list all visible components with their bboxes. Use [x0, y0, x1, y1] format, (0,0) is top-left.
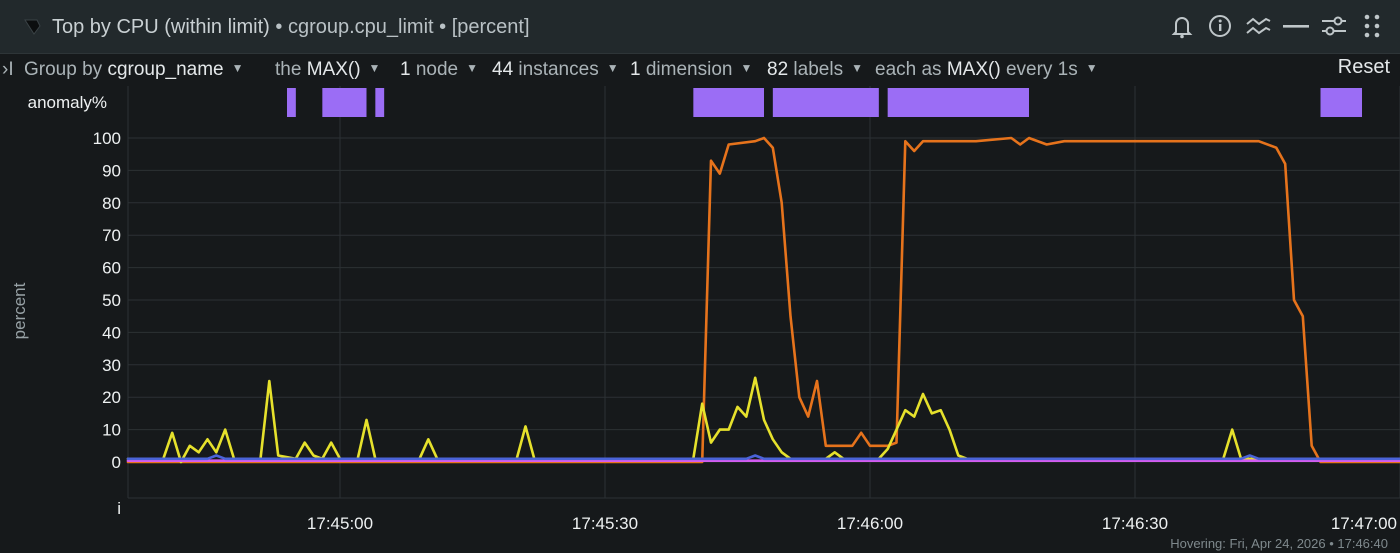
chart-grid: [127, 86, 1400, 499]
y-tick-label: 100: [93, 129, 121, 148]
chevron-down-icon: ▼: [851, 61, 863, 75]
the-label: the: [275, 59, 302, 80]
anomaly-bar: [693, 88, 764, 117]
chevron-down-icon: ▼: [231, 61, 244, 75]
group-by-value: cgroup_name: [107, 59, 224, 80]
time-aggregation-dropdown[interactable]: each as MAX() every 1s ▼: [875, 59, 1098, 81]
anomaly-ribbon: [287, 88, 1362, 117]
header-actions: [1168, 12, 1386, 40]
nodes-dropdown[interactable]: 1 node ▼: [400, 59, 478, 81]
instances-count: 44: [492, 59, 514, 80]
dimensions-dropdown[interactable]: 1 dimension ▼: [630, 59, 752, 81]
expand-toggle[interactable]: ›I: [2, 59, 14, 81]
aggregation-dropdown[interactable]: the MAX() ▼: [275, 59, 380, 81]
chart-title: Top by CPU (within limit) • cgroup.cpu_l…: [52, 16, 530, 39]
dimensions-label: dimension: [645, 59, 733, 80]
x-tick-label: 17:46:00: [837, 514, 903, 533]
y-axis-label: percent: [10, 282, 29, 339]
info-icon[interactable]: [1206, 12, 1234, 40]
y-tick-label: 70: [102, 226, 121, 245]
anomaly-bar: [322, 88, 367, 117]
instances-label: instances: [518, 59, 599, 80]
chart-toolbar: ›I Group by cgroup_name ▼ the MAX() ▼ 1 no…: [0, 55, 1400, 87]
anomaly-bar: [375, 88, 385, 117]
drag-handle-icon[interactable]: [1358, 12, 1386, 40]
settings-sliders-icon[interactable]: [1320, 12, 1348, 40]
chevron-down-icon: ▼: [1085, 61, 1098, 75]
alert-bell-icon[interactable]: [1168, 12, 1196, 40]
y-tick-label: 50: [102, 291, 121, 310]
time-agg-value: MAX(): [946, 59, 1001, 80]
chevron-down-icon: ▼: [606, 61, 619, 75]
anomaly-bar: [887, 88, 1029, 117]
series-line: [126, 376, 1400, 464]
group-by-label: Group by: [24, 59, 103, 80]
anomaly-bar: [287, 88, 296, 117]
y-tick-label: 40: [102, 323, 121, 342]
anomaly-bar: [1320, 88, 1362, 117]
chart-title-context: • cgroup.cpu_limit: [275, 16, 434, 38]
info-row-label: i: [117, 499, 121, 518]
x-tick-label: 17:46:30: [1102, 514, 1168, 533]
chart-header: Top by CPU (within limit) • cgroup.cpu_l…: [0, 0, 1400, 54]
labels-label: labels: [793, 59, 844, 80]
x-tick-label: 17:45:00: [307, 514, 373, 533]
chart-title-main: Top by CPU (within limit): [52, 16, 270, 38]
y-tick-label: 80: [102, 194, 121, 213]
chevron-down-icon: ▼: [740, 61, 753, 75]
each-as-label: each as: [875, 59, 942, 80]
y-tick-label: 20: [102, 388, 121, 407]
group-by-dropdown[interactable]: Group by cgroup_name ▼: [24, 59, 244, 81]
chart-plot[interactable]: 0102030405060708090100 17:45:00 17:45:30 1…: [0, 86, 1400, 553]
y-tick-label: 10: [102, 421, 121, 440]
chevron-down-icon: ▼: [368, 61, 381, 75]
y-tick-label: 60: [102, 259, 121, 278]
labels-count: 82: [767, 59, 789, 80]
chevron-down-icon: ▼: [466, 61, 479, 75]
y-tick-label: 0: [112, 453, 121, 472]
aggregation-value: MAX(): [306, 59, 361, 80]
nodes-count: 1: [400, 59, 411, 80]
instances-dropdown[interactable]: 44 instances ▼: [492, 59, 619, 81]
every-label: every 1s: [1005, 59, 1078, 80]
correlate-icon[interactable]: [1244, 12, 1272, 40]
anomaly-bar: [772, 88, 879, 117]
chart-type-icon: [24, 19, 41, 35]
minimize-icon[interactable]: [1282, 12, 1310, 40]
y-tick-label: 90: [102, 161, 121, 180]
x-tick-label: 17:45:30: [572, 514, 638, 533]
anomaly-row-label: anomaly%: [28, 93, 107, 112]
y-tick-label: 30: [102, 356, 121, 375]
nodes-label: node: [415, 59, 459, 80]
labels-dropdown[interactable]: 82 labels ▼: [767, 59, 863, 81]
x-tick-label: 17:47:00: [1331, 514, 1397, 533]
dimensions-count: 1: [630, 59, 641, 80]
y-axis: 0 10 20 30 40 50 60 70 80 90 100: [93, 129, 121, 472]
reset-button[interactable]: Reset: [1338, 56, 1390, 79]
chart-title-units: • [percent]: [439, 16, 530, 38]
hover-timestamp: Hovering: Fri, Apr 24, 2026 • 17:46:40: [1170, 536, 1388, 551]
x-axis: 17:45:00 17:45:30 17:46:00 17:46:30 17:47:00: [307, 514, 1397, 533]
